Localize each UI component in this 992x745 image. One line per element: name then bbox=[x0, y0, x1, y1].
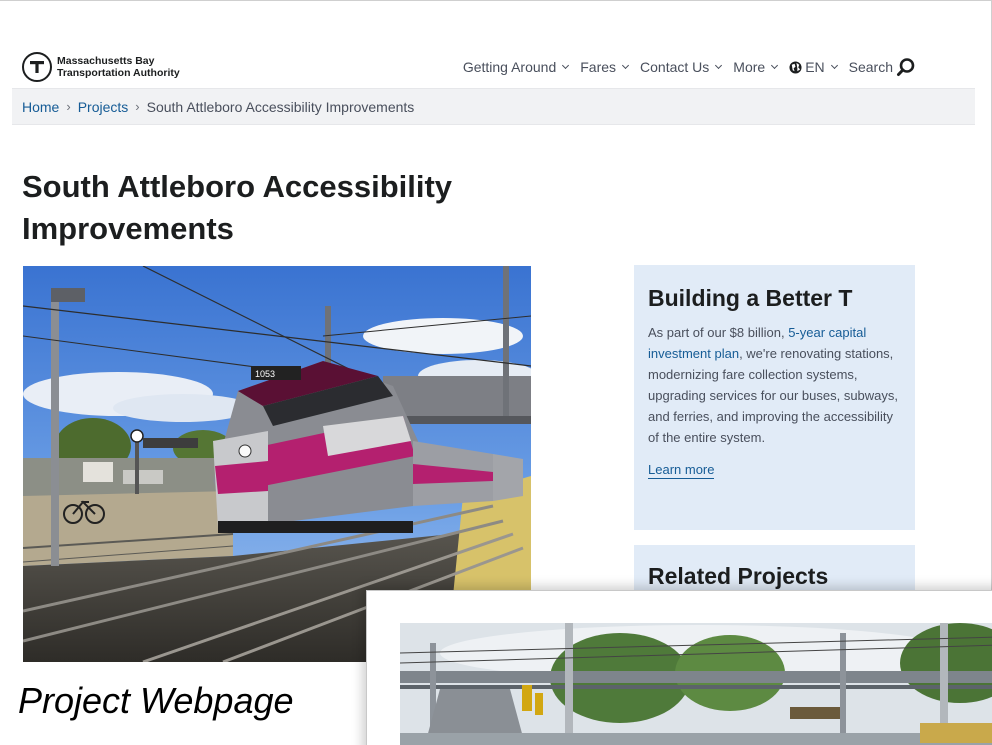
chevron-down-icon bbox=[621, 61, 630, 70]
svg-text:1053: 1053 bbox=[255, 369, 275, 379]
nav-label: Contact Us bbox=[640, 59, 710, 75]
mbta-t-logo-icon bbox=[22, 52, 52, 82]
search-button[interactable]: Search bbox=[849, 57, 916, 77]
learn-more-link[interactable]: Learn more bbox=[648, 462, 715, 479]
breadcrumb-projects[interactable]: Projects bbox=[78, 99, 129, 115]
breadcrumb: Home › Projects › South Attleboro Access… bbox=[12, 88, 975, 125]
page-title-line1: South Attleboro Accessibility bbox=[22, 169, 453, 204]
nav-label: More bbox=[733, 59, 766, 75]
nav-more[interactable]: More bbox=[733, 59, 779, 75]
station-photo-illustration bbox=[400, 623, 992, 745]
overlay-station-photo bbox=[400, 623, 992, 745]
main-nav: Getting Around Fares Contact Us More EN … bbox=[451, 57, 916, 77]
breadcrumb-separator: › bbox=[135, 99, 140, 114]
breadcrumb-separator: › bbox=[66, 99, 71, 114]
page-title: South Attleboro Accessibility Improvemen… bbox=[22, 166, 582, 250]
related-projects-title: Related Projects bbox=[648, 563, 829, 589]
breadcrumb-home[interactable]: Home bbox=[22, 99, 59, 115]
card-body: As part of our $8 billion, 5-year capita… bbox=[648, 322, 901, 448]
chevron-down-icon bbox=[715, 61, 723, 70]
nav-contact-us[interactable]: Contact Us bbox=[640, 59, 723, 75]
logo-wordmark: Massachusetts Bay Transportation Authori… bbox=[57, 55, 180, 79]
nav-label: Getting Around bbox=[462, 59, 557, 75]
chevron-down-icon bbox=[562, 61, 570, 70]
overlay-screenshot-window bbox=[366, 590, 992, 745]
nav-label: Fares bbox=[580, 59, 617, 75]
breadcrumb-current: South Attleboro Accessibility Improvemen… bbox=[146, 98, 415, 115]
language-selector[interactable]: EN bbox=[789, 59, 838, 75]
nav-fares[interactable]: Fares bbox=[580, 59, 630, 75]
page-title-line2: Improvements bbox=[22, 211, 234, 246]
chevron-down-icon bbox=[771, 61, 779, 70]
mbta-logo[interactable]: Massachusetts Bay Transportation Authori… bbox=[22, 52, 180, 82]
card-title: Building a Better T bbox=[648, 285, 853, 311]
chevron-down-icon bbox=[830, 61, 838, 70]
search-icon bbox=[896, 57, 916, 77]
logo-line2: Transportation Authority bbox=[57, 67, 180, 79]
language-code: EN bbox=[805, 59, 825, 75]
nav-getting-around[interactable]: Getting Around bbox=[462, 59, 570, 75]
caption-label: Project Webpage bbox=[18, 680, 294, 721]
site-header: Massachusetts Bay Transportation Authori… bbox=[22, 52, 922, 82]
logo-line1: Massachusetts Bay bbox=[57, 55, 155, 67]
building-better-t-card: Building a Better T As part of our $8 bi… bbox=[634, 265, 915, 530]
search-label: Search bbox=[848, 59, 893, 75]
globe-icon bbox=[789, 60, 802, 74]
card-body-prefix: As part of our $8 billion, bbox=[648, 325, 789, 340]
